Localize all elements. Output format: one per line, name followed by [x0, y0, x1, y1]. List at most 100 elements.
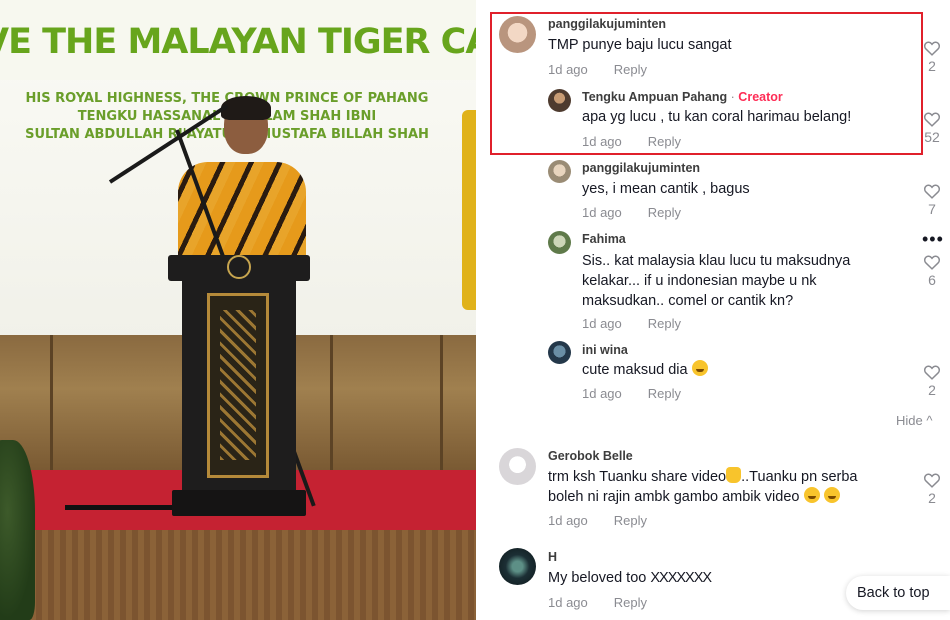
avatar[interactable]	[548, 341, 571, 364]
comment-meta: 1d ago Reply	[582, 386, 681, 401]
comment-time: 1d ago	[548, 62, 588, 77]
tiktok-video-page: VE THE MALAYAN TIGER CAMPAIGN HIS ROYAL …	[0, 0, 950, 620]
comment-time: 1d ago	[582, 134, 622, 149]
reply-button[interactable]: Reply	[614, 595, 647, 610]
comment-text-content: cute maksud dia	[582, 362, 688, 378]
like-count: 2	[928, 58, 936, 74]
hide-label: Hide	[896, 413, 923, 428]
like-count: 7	[928, 201, 936, 217]
comment-time: 1d ago	[582, 316, 622, 331]
reply-button[interactable]: Reply	[614, 62, 647, 77]
speaker-shirt	[178, 162, 306, 262]
avatar[interactable]	[548, 160, 571, 183]
comment-username[interactable]: Gerobok Belle	[548, 449, 633, 463]
like-button[interactable]: 2	[919, 364, 945, 398]
like-count: 6	[928, 272, 936, 288]
hide-replies-button[interactable]: Hide ^	[896, 413, 932, 428]
comment-username[interactable]: Fahima	[582, 232, 626, 246]
comment-text-line: kelakar... if u indonesian maybe u nk	[582, 273, 817, 289]
comment-time: 1d ago	[548, 513, 588, 528]
comment-meta: 1d ago Reply	[548, 595, 647, 610]
comment-username[interactable]: panggilakujuminten	[582, 161, 700, 175]
back-to-top-button[interactable]: Back to top	[846, 576, 950, 610]
wall-seam	[330, 335, 333, 470]
like-count: 2	[928, 382, 936, 398]
podium-carving	[220, 310, 256, 460]
reply-button[interactable]: Reply	[648, 134, 681, 149]
chevron-up-icon: ^	[926, 413, 933, 428]
heart-icon	[923, 112, 941, 127]
like-button[interactable]: 2	[919, 40, 945, 74]
avatar[interactable]	[499, 548, 536, 585]
reply-button[interactable]: Reply	[648, 386, 681, 401]
comment-text: cute maksud dia	[582, 360, 708, 380]
clapping-hand-emoji-icon	[726, 467, 742, 483]
comment-meta: 1d ago Reply	[582, 134, 681, 149]
comment-text-content: My beloved too	[548, 570, 647, 586]
unsupported-emoji-glyphs: XXXXXXX	[650, 570, 712, 586]
yellow-decoration	[462, 110, 476, 310]
comment-text: trm ksh Tuanku share video ..Tuanku pn se…	[548, 467, 857, 507]
comment-text: TMP punye baju lucu sangat	[548, 37, 732, 53]
comment-text: Sis.. kat malaysia klau lucu tu maksudny…	[582, 251, 850, 311]
like-button[interactable]: 2	[919, 472, 945, 506]
highlight-annotation-box	[490, 12, 923, 155]
avatar[interactable]	[548, 89, 571, 112]
video-player[interactable]: VE THE MALAYAN TIGER CAMPAIGN HIS ROYAL …	[0, 0, 476, 620]
comment-text-line: Sis.. kat malaysia klau lucu tu maksudny…	[582, 253, 851, 269]
comment-text: yes, i mean cantik , bagus	[582, 181, 750, 197]
comment-text: apa yg lucu , tu kan coral harimau belan…	[582, 109, 852, 125]
comment-username[interactable]: panggilakujuminten	[548, 17, 666, 31]
comment-time: 1d ago	[548, 595, 588, 610]
comment-text-line: trm ksh Tuanku share video ..Tuanku pn se…	[548, 467, 857, 487]
stage-front	[0, 530, 476, 620]
heart-icon	[923, 184, 941, 199]
username-text: Tengku Ampuan Pahang	[582, 90, 728, 104]
avatar[interactable]	[548, 231, 571, 254]
comment-text: My beloved too XXXXXXX	[548, 568, 712, 588]
like-count: 2	[928, 490, 936, 506]
creator-badge: Creator	[738, 90, 783, 104]
comment-time: 1d ago	[582, 386, 622, 401]
comment-text-segment: trm ksh Tuanku share video	[548, 469, 727, 485]
smile-emoji-icon	[823, 487, 840, 503]
like-count: 52	[924, 129, 940, 145]
speaker-hair	[221, 96, 271, 120]
heart-icon	[923, 41, 941, 56]
comment-time: 1d ago	[582, 205, 622, 220]
avatar[interactable]	[499, 448, 536, 485]
wall-seam	[50, 335, 53, 470]
comments-panel[interactable]: panggilakujuminten TMP punye baju lucu s…	[476, 0, 950, 620]
like-button[interactable]: 7	[919, 183, 945, 217]
comment-username[interactable]: ini wina	[582, 343, 628, 357]
comment-text-line: maksudkan.. comel or cantik kn?	[582, 293, 794, 309]
wall-seam	[440, 335, 443, 470]
avatar[interactable]	[499, 16, 536, 53]
plant	[0, 440, 35, 620]
more-options-button[interactable]: •••	[922, 230, 944, 248]
comment-meta: 1d ago Reply	[548, 62, 647, 77]
heart-icon	[923, 473, 941, 488]
separator-dot: ·	[730, 90, 735, 104]
heart-icon	[923, 255, 941, 270]
reply-button[interactable]: Reply	[648, 205, 681, 220]
comment-text-line: boleh ni rajin ambk gambo ambik video	[548, 487, 857, 507]
like-button[interactable]: 6	[919, 254, 945, 288]
banner-title: VE THE MALAYAN TIGER CAMPAIGN	[0, 22, 476, 62]
microphone-base	[65, 505, 185, 510]
reply-button[interactable]: Reply	[614, 513, 647, 528]
grinning-emoji-icon	[803, 487, 820, 503]
comment-meta: 1d ago Reply	[582, 316, 681, 331]
podium-crest	[227, 255, 251, 279]
comment-meta: 1d ago Reply	[582, 205, 681, 220]
like-button[interactable]: 52	[919, 111, 945, 145]
reply-button[interactable]: Reply	[648, 316, 681, 331]
comment-username[interactable]: H	[548, 550, 557, 564]
comment-text-segment: boleh ni rajin ambk gambo ambik video	[548, 489, 800, 505]
podium-base	[172, 490, 306, 516]
heart-icon	[923, 365, 941, 380]
comment-meta: 1d ago Reply	[548, 513, 647, 528]
comment-text-segment: ..Tuanku pn serba	[741, 469, 858, 485]
comment-username[interactable]: Tengku Ampuan Pahang · Creator	[582, 90, 783, 104]
laughing-emoji-icon	[691, 360, 708, 376]
